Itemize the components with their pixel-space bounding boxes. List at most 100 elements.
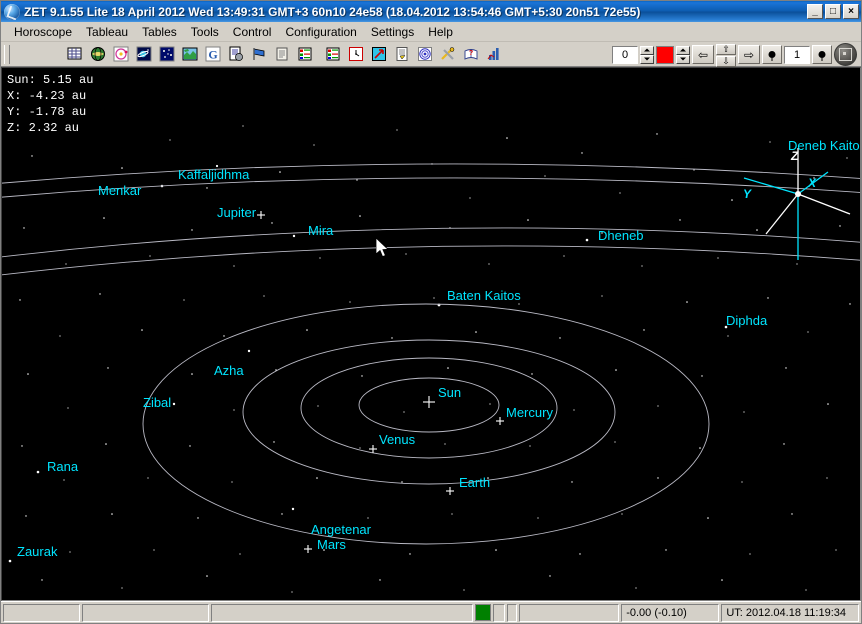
menu-tools[interactable]: Tools xyxy=(184,23,226,41)
label-dheneb[interactable]: Dheneb xyxy=(598,228,644,243)
zet-globe-icon xyxy=(4,3,20,20)
label-deneb-kaito[interactable]: Deneb Kaito xyxy=(788,138,860,153)
step-spinner[interactable] xyxy=(640,45,654,64)
label-zaurak[interactable]: Zaurak xyxy=(17,544,57,559)
toolbar-button-clock[interactable] xyxy=(345,44,367,65)
zoom-in-button[interactable] xyxy=(812,45,832,64)
zoom-out-button[interactable] xyxy=(762,45,782,64)
toolbar-button-report[interactable] xyxy=(225,44,247,65)
menu-configuration[interactable]: Configuration xyxy=(278,23,363,41)
toolbar-button-spiral[interactable] xyxy=(414,44,436,65)
pan-right-button[interactable]: ⇨ xyxy=(738,45,760,64)
sky-canvas[interactable]: Sun: 5.15 au X: -4.23 au Y: -1.78 au Z: 2.3… xyxy=(2,68,860,600)
status-offset: -0.00 (-0.10) xyxy=(621,603,720,622)
color-swatch-button[interactable] xyxy=(656,45,674,64)
toolbar-button-zoom-arrow[interactable] xyxy=(368,44,390,65)
document-icon xyxy=(276,47,288,61)
pan-vertical-buttons: ⇧ ⇩ xyxy=(716,44,736,67)
label-sun[interactable]: Sun xyxy=(438,385,461,400)
color-spinner-up[interactable] xyxy=(676,45,690,55)
coordinate-info-panel: Sun: 5.15 au X: -4.23 au Y: -1.78 au Z: 2.3… xyxy=(7,72,93,136)
window-controls: _ □ × xyxy=(807,4,859,19)
pan-up-button[interactable]: ⇧ xyxy=(716,44,736,55)
label-rana[interactable]: Rana xyxy=(47,459,78,474)
spiral-icon xyxy=(418,47,432,61)
earth-orbit xyxy=(242,339,616,485)
status-cell-5 xyxy=(507,603,518,622)
sky-view-panel[interactable]: Sun: 5.15 au X: -4.23 au Y: -1.78 au Z: 2.3… xyxy=(1,67,861,601)
globe-icon xyxy=(91,47,105,61)
bar-chart-icon xyxy=(487,48,499,60)
toolbar-button-bar-chart[interactable] xyxy=(483,44,505,65)
pan-left-button[interactable]: ⇦ xyxy=(692,45,714,64)
menu-horoscope[interactable]: Horoscope xyxy=(7,23,79,41)
info-line-x: X: -4.23 au xyxy=(7,89,87,103)
toolbar-button-legend-1[interactable] xyxy=(294,44,316,65)
color-spinner[interactable] xyxy=(676,45,690,64)
menu-tables[interactable]: Tables xyxy=(135,23,184,41)
toolbar-button-starfield[interactable] xyxy=(156,44,178,65)
status-cell-6 xyxy=(519,603,620,622)
label-earth[interactable]: Earth xyxy=(459,475,490,490)
close-button[interactable]: × xyxy=(843,4,859,19)
toolbar-button-legend-2[interactable] xyxy=(322,44,344,65)
maximize-button[interactable]: □ xyxy=(825,4,841,19)
toolbar-button-help-book[interactable]: ? xyxy=(460,44,482,65)
info-line-sun: Sun: 5.15 au xyxy=(7,73,94,87)
label-baten-kaitos[interactable]: Baten Kaitos xyxy=(447,288,521,303)
jupiter-marker xyxy=(257,211,265,219)
menu-help[interactable]: Help xyxy=(421,23,460,41)
window-title: ZET 9.1.55 Lite 18 April 2012 Wed 13:49:… xyxy=(24,4,641,19)
status-ut: UT: 2012.04.18 11:19:34 xyxy=(721,603,860,622)
venus-marker xyxy=(369,445,377,453)
toolbar-button-orbit[interactable] xyxy=(110,44,132,65)
toolbar: G ? 0 ⇦ ⇧ ⇩ ⇨ 1 xyxy=(1,42,861,67)
label-mira[interactable]: Mira xyxy=(308,223,333,238)
menu-bar: Horoscope Tableau Tables Tools Control C… xyxy=(1,22,861,42)
toolbar-button-tools[interactable] xyxy=(437,44,459,65)
color-spinner-down[interactable] xyxy=(676,54,690,64)
center-target-button[interactable] xyxy=(834,43,857,66)
flag-icon xyxy=(253,48,265,60)
toolbar-button-planet-sky[interactable] xyxy=(133,44,155,65)
star-field xyxy=(19,125,851,593)
label-mars[interactable]: Mars xyxy=(317,537,346,552)
zoom-value-input[interactable]: 1 xyxy=(784,45,810,64)
label-jupiter[interactable]: Jupiter xyxy=(217,205,256,220)
label-zibal[interactable]: Zibal xyxy=(143,395,171,410)
info-line-y: Y: -1.78 au xyxy=(7,105,87,119)
zoom-arrow-icon xyxy=(372,47,386,61)
title-bar: ZET 9.1.55 Lite 18 April 2012 Wed 13:49:… xyxy=(1,1,861,22)
toolbar-button-google[interactable]: G xyxy=(202,44,224,65)
axis-label-x: X xyxy=(808,176,817,190)
label-diphda[interactable]: Diphda xyxy=(726,313,767,328)
orbit-icon xyxy=(113,46,129,62)
mercury-marker xyxy=(496,417,504,425)
step-spinner-down[interactable] xyxy=(640,54,654,64)
toolbar-button-flag[interactable] xyxy=(248,44,270,65)
world-map-icon xyxy=(182,47,198,61)
minimize-button[interactable]: _ xyxy=(807,4,823,19)
toolbar-button-document[interactable] xyxy=(271,44,293,65)
pan-down-button[interactable]: ⇩ xyxy=(716,56,736,67)
menu-control[interactable]: Control xyxy=(226,23,279,41)
step-value-input[interactable]: 0 xyxy=(612,45,638,64)
minimize-icon: _ xyxy=(812,6,818,17)
earth-marker xyxy=(446,487,454,495)
label-kaffaljidhma[interactable]: Kaffaljidhma xyxy=(178,167,249,182)
label-menkar[interactable]: Menkar xyxy=(98,183,141,198)
menu-tableau[interactable]: Tableau xyxy=(79,23,135,41)
notes-icon xyxy=(396,47,408,61)
toolbar-grip[interactable] xyxy=(4,44,10,64)
label-azha[interactable]: Azha xyxy=(214,363,244,378)
step-spinner-up[interactable] xyxy=(640,45,654,55)
clock-icon xyxy=(349,47,363,61)
toolbar-button-grid-table[interactable] xyxy=(64,44,86,65)
label-mercury[interactable]: Mercury xyxy=(506,405,553,420)
label-venus[interactable]: Venus xyxy=(379,432,415,447)
menu-settings[interactable]: Settings xyxy=(364,23,421,41)
toolbar-button-notes[interactable] xyxy=(391,44,413,65)
label-angetenar[interactable]: Angetenar xyxy=(311,522,371,537)
toolbar-button-world-map[interactable] xyxy=(179,44,201,65)
toolbar-button-globe[interactable] xyxy=(87,44,109,65)
